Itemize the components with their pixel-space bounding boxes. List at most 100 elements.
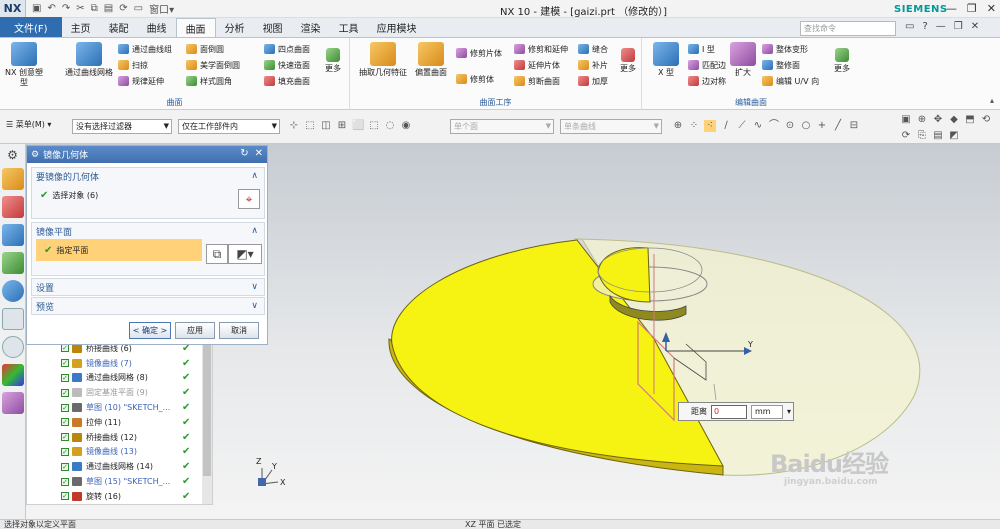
ribbon-min-icon[interactable]: — bbox=[936, 21, 946, 32]
snap-enable-icon[interactable]: ⊕ bbox=[672, 120, 684, 132]
reset-icon[interactable]: ↻ bbox=[240, 148, 248, 159]
history-icon[interactable] bbox=[2, 308, 24, 330]
quick-surface-button[interactable]: 快速造面 bbox=[264, 58, 310, 72]
visibility-checkbox[interactable]: ✓ bbox=[61, 447, 69, 456]
ribbon-collapse-icon[interactable]: ▴ bbox=[990, 96, 994, 105]
distance-input[interactable]: 0 bbox=[711, 404, 747, 419]
fit-view-icon[interactable]: ▣ bbox=[900, 114, 912, 126]
fill-surface-button[interactable]: 填充曲面 bbox=[264, 74, 310, 88]
x-form-button[interactable]: X 型 bbox=[648, 42, 684, 78]
feature-filter-icon[interactable]: ⊞ bbox=[336, 120, 348, 132]
menu-button[interactable]: ☰ 菜单(M) ▾ bbox=[6, 119, 51, 130]
extract-geometry-button[interactable]: 抽取几何特征 bbox=[358, 42, 408, 78]
trim-body-button[interactable]: 修剪体 bbox=[456, 72, 494, 86]
constraint-navigator-icon[interactable] bbox=[2, 196, 24, 218]
roles-icon[interactable] bbox=[2, 392, 24, 414]
visibility-checkbox[interactable]: ✓ bbox=[61, 403, 69, 412]
match-edge-button[interactable]: 匹配边 bbox=[688, 58, 726, 72]
zoom-icon[interactable]: ⊕ bbox=[916, 114, 928, 126]
tree-row[interactable]: ✓ 通过曲线网格 (8) ✔ bbox=[27, 371, 212, 386]
through-group-button[interactable]: 通过曲线组 bbox=[118, 42, 172, 56]
orient-icon[interactable]: ⬒ bbox=[964, 114, 976, 126]
nx-creative-button[interactable]: NX 创意塑型 bbox=[2, 42, 46, 88]
cancel-button[interactable]: 取消 bbox=[219, 322, 259, 339]
tab-file[interactable]: 文件(F) bbox=[0, 17, 62, 37]
redo-icon[interactable]: ↷ bbox=[62, 3, 70, 14]
snap-intersect-icon[interactable]: ╱ bbox=[832, 120, 844, 132]
close-icon[interactable]: ✕ bbox=[987, 2, 996, 15]
tab-home[interactable]: 主页 bbox=[62, 18, 100, 37]
close-icon[interactable]: ✕ bbox=[255, 148, 263, 159]
visibility-checkbox[interactable]: ✓ bbox=[61, 359, 69, 368]
trim-sheet-button[interactable]: 修剪片体 bbox=[456, 46, 502, 60]
expand-button[interactable]: 扩大 bbox=[728, 42, 758, 78]
system-materials-icon[interactable] bbox=[2, 364, 24, 386]
refit-face-button[interactable]: 整修面 bbox=[762, 58, 800, 72]
visible-only-icon[interactable]: ◉ bbox=[400, 120, 412, 132]
object-filter-icon[interactable]: ◫ bbox=[320, 120, 332, 132]
lasso-icon[interactable]: ◌ bbox=[384, 120, 396, 132]
undo-icon[interactable]: ↶ bbox=[47, 3, 55, 14]
navigator-scrollbar[interactable] bbox=[202, 341, 212, 504]
split-face-button[interactable]: 剪断曲面 bbox=[514, 74, 560, 88]
web-browser-icon[interactable] bbox=[2, 280, 24, 302]
reuse-library-icon[interactable] bbox=[2, 252, 24, 274]
minimize-icon[interactable]: — bbox=[946, 2, 957, 15]
section-preview[interactable]: 预览 ∨ bbox=[31, 297, 265, 315]
tab-curve[interactable]: 曲线 bbox=[138, 18, 176, 37]
plane-type-dropdown[interactable]: ◩▾ bbox=[228, 244, 262, 264]
sweep-button[interactable]: 扫掠 bbox=[118, 58, 148, 72]
edit-uv-button[interactable]: 编辑 U/V 向 bbox=[762, 74, 819, 88]
cut-icon[interactable]: ✂ bbox=[76, 3, 84, 14]
section-plane-header[interactable]: 镜像平面 ∧ bbox=[32, 223, 264, 239]
snap-settings-icon[interactable]: ⁘ bbox=[688, 120, 700, 132]
tree-row[interactable]: ✓ 固定基准平面 (9) ✔ bbox=[27, 385, 212, 400]
visibility-checkbox[interactable]: ✓ bbox=[61, 373, 69, 382]
snap-ortho-icon[interactable]: ⊟ bbox=[848, 120, 860, 132]
face-rule-dropdown[interactable]: 单个面 ▼ bbox=[450, 119, 554, 134]
paste-icon[interactable]: ▤ bbox=[104, 3, 113, 14]
through-mesh-button[interactable]: 通过曲线网格 bbox=[62, 42, 116, 78]
touch-mode-icon[interactable]: ▭ bbox=[134, 3, 143, 14]
display-icon[interactable]: ◩ bbox=[948, 130, 960, 142]
tree-row[interactable]: ✓ 旋转 (16) ✔ bbox=[27, 489, 212, 504]
ribbon-restore-icon[interactable]: ❐ bbox=[954, 21, 963, 32]
select-objects-row[interactable]: ✔ 选择对象 (6) bbox=[32, 184, 264, 206]
tab-assembly[interactable]: 装配 bbox=[100, 18, 138, 37]
tab-view[interactable]: 视图 bbox=[254, 18, 292, 37]
copy-icon[interactable]: ⧉ bbox=[91, 3, 98, 14]
command-search-input[interactable]: 查找命令 bbox=[800, 21, 896, 36]
visibility-checkbox[interactable]: ✓ bbox=[61, 492, 69, 501]
global-shape-button[interactable]: 整体变形 bbox=[762, 42, 808, 56]
tree-row[interactable]: ✓ 草图 (15) "SKETCH_... ✔ bbox=[27, 474, 212, 489]
deselect-icon[interactable]: ⬜ bbox=[352, 120, 364, 132]
window-menu[interactable]: 窗口▾ bbox=[149, 1, 174, 16]
scrollbar-thumb[interactable] bbox=[203, 341, 211, 476]
visibility-checkbox[interactable]: ✓ bbox=[61, 418, 69, 427]
general-selection-icon[interactable]: ⊹ bbox=[288, 120, 300, 132]
more-edit-button[interactable]: 更多 bbox=[828, 42, 856, 74]
help-icon[interactable]: ? bbox=[922, 21, 927, 32]
apply-button[interactable]: 应用 bbox=[175, 322, 215, 339]
section-geometry-header[interactable]: 要镜像的几何体 ∧ bbox=[32, 168, 264, 184]
visibility-checkbox[interactable]: ✓ bbox=[61, 433, 69, 442]
snap-line-icon[interactable]: ⟋ bbox=[736, 120, 748, 132]
tree-row[interactable]: ✓ 通过曲线网格 (14) ✔ bbox=[27, 459, 212, 474]
four-point-surface-button[interactable]: 四点曲面 bbox=[264, 42, 310, 56]
assembly-navigator-icon[interactable] bbox=[2, 168, 24, 190]
style-round-button[interactable]: 样式圆角 bbox=[186, 74, 232, 88]
rotate-icon[interactable]: ⟲ bbox=[980, 114, 992, 126]
settings-gear-icon[interactable]: ⚙ bbox=[0, 148, 25, 162]
refresh-icon[interactable]: ⟳ bbox=[900, 130, 912, 142]
tab-surface[interactable]: 曲面 bbox=[175, 18, 216, 37]
visibility-checkbox[interactable]: ✓ bbox=[61, 344, 69, 353]
visibility-checkbox[interactable]: ✓ bbox=[61, 462, 69, 471]
window-switch-icon[interactable]: ▭ bbox=[905, 21, 914, 32]
more-surface-button[interactable]: 更多 bbox=[318, 42, 348, 74]
ribbon-close-icon[interactable]: ✕ bbox=[971, 21, 979, 32]
visibility-checkbox[interactable]: ✓ bbox=[61, 477, 69, 486]
offset-surface-button[interactable]: 偏置曲面 bbox=[410, 42, 452, 78]
thicken-button[interactable]: 加厚 bbox=[578, 74, 608, 88]
box-select-icon[interactable]: ⬚ bbox=[368, 120, 380, 132]
curve-rule-dropdown[interactable]: 单条曲线 ▼ bbox=[560, 119, 662, 134]
